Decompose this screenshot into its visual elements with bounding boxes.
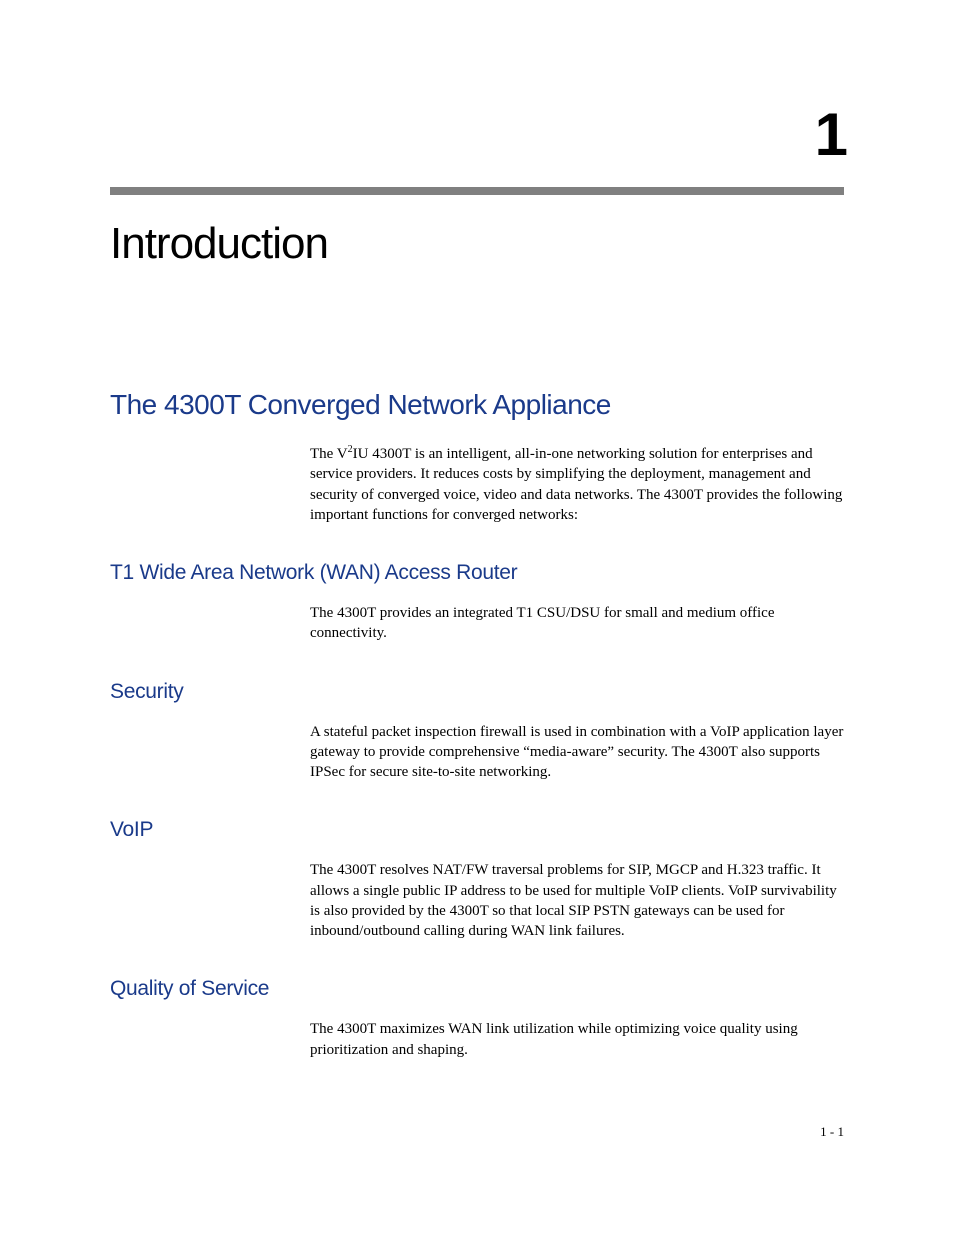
chapter-divider — [110, 187, 844, 195]
intro-prefix: The V — [310, 446, 348, 462]
subsection-body-qos: The 4300T maximizes WAN link utilization… — [310, 1019, 844, 1060]
subsection-heading-qos: Quality of Service — [110, 977, 844, 1001]
subsection-heading-voip: VoIP — [110, 818, 844, 842]
intro-rest: IU 4300T is an intelligent, all-in-one n… — [310, 446, 842, 523]
page-number: 1 - 1 — [820, 1124, 844, 1140]
subsection-body-wan: The 4300T provides an integrated T1 CSU/… — [310, 603, 844, 644]
subsection-heading-wan: T1 Wide Area Network (WAN) Access Router — [110, 561, 844, 585]
subsection-body-voip: The 4300T resolves NAT/FW traversal prob… — [310, 860, 844, 941]
subsection-heading-security: Security — [110, 680, 844, 704]
chapter-number: 1 — [110, 100, 846, 169]
section-heading: The 4300T Converged Network Appliance — [110, 389, 844, 421]
subsection-body-security: A stateful packet inspection firewall is… — [310, 722, 844, 783]
section-intro-text: The V2IU 4300T is an intelligent, all-in… — [310, 443, 844, 525]
chapter-title: Introduction — [110, 219, 844, 269]
